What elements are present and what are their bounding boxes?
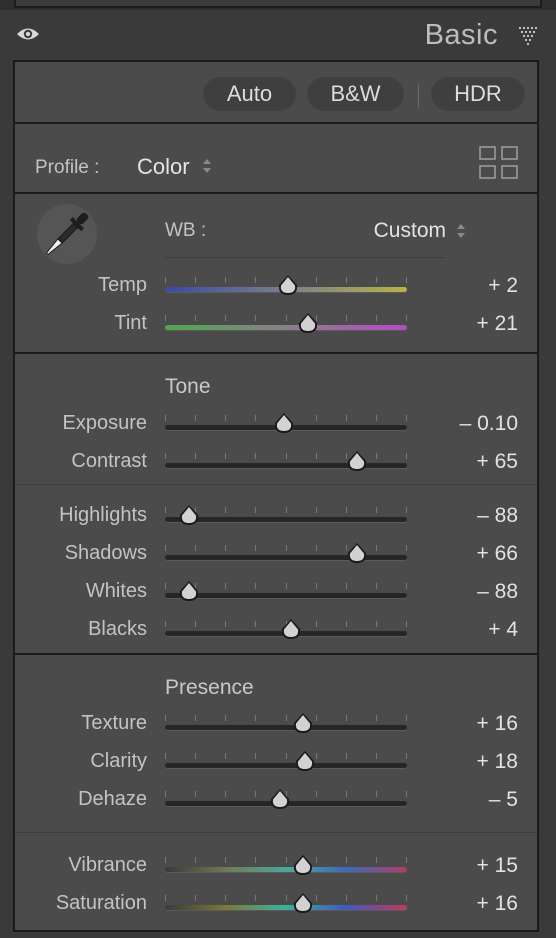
saturation-slider-thumb[interactable]	[292, 891, 314, 915]
contrast-slider[interactable]	[165, 463, 407, 468]
temp-label: Temp	[98, 274, 147, 296]
whites-label: Whites	[85, 580, 147, 602]
clarity-ticks	[165, 753, 407, 759]
whites-slider-thumb[interactable]	[178, 579, 200, 603]
texture-slider[interactable]	[165, 725, 407, 730]
texture-label: Texture	[81, 712, 147, 734]
shadows-slider-thumb[interactable]	[346, 541, 368, 565]
texture-value[interactable]: + 16	[408, 712, 518, 736]
clarity-label: Clarity	[90, 750, 147, 772]
temp-value[interactable]: + 2	[408, 274, 518, 298]
clarity-slider[interactable]	[165, 763, 407, 768]
tint-slider-thumb[interactable]	[297, 311, 319, 335]
highlights-value[interactable]: – 88	[408, 504, 518, 528]
highlights-slider[interactable]	[165, 517, 407, 522]
blacks-slider-thumb[interactable]	[280, 617, 302, 641]
tint-ticks	[165, 315, 407, 321]
shadows-ticks	[165, 545, 407, 551]
highlights-slider-thumb[interactable]	[178, 503, 200, 527]
highlights-ticks	[165, 507, 407, 513]
toolbar-divider	[418, 84, 419, 108]
profile-select[interactable]: Color	[137, 154, 190, 180]
profile-updown-icon[interactable]	[202, 157, 212, 175]
contrast-slider-thumb[interactable]	[346, 449, 368, 473]
vibrance-value[interactable]: + 15	[408, 854, 518, 878]
previous-panel-edge	[0, 0, 556, 10]
bw-button[interactable]: B&W	[307, 77, 404, 111]
contrast-label: Contrast	[71, 450, 147, 472]
tint-slider[interactable]	[165, 325, 407, 330]
dehaze-slider-thumb[interactable]	[269, 787, 291, 811]
vibrance-ticks	[165, 857, 407, 863]
saturation-slider[interactable]	[165, 905, 407, 910]
texture-slider-thumb[interactable]	[292, 711, 314, 735]
highlights-label: Highlights	[59, 504, 147, 526]
panel-header[interactable]: Basic	[0, 10, 556, 60]
whites-slider[interactable]	[165, 593, 407, 598]
contrast-value[interactable]: + 65	[408, 450, 518, 474]
wb-select[interactable]: Custom	[340, 219, 446, 243]
whites-ticks	[165, 583, 407, 589]
treatment-toolbar: Auto B&W HDR	[15, 62, 537, 122]
exposure-value[interactable]: – 0.10	[408, 412, 518, 436]
wb-updown-icon[interactable]	[456, 222, 466, 240]
profile-label: Profile :	[35, 157, 100, 178]
wb-eyedropper-icon[interactable]	[35, 202, 99, 266]
saturation-label: Saturation	[55, 892, 147, 914]
profile-browser-grid-icon[interactable]	[479, 146, 519, 180]
dehaze-label: Dehaze	[78, 788, 147, 810]
whites-value[interactable]: – 88	[408, 580, 518, 604]
eye-icon[interactable]	[16, 25, 40, 43]
contrast-ticks	[165, 453, 407, 459]
blacks-label: Blacks	[88, 618, 147, 640]
hdr-button[interactable]: HDR	[431, 77, 525, 111]
shadows-slider[interactable]	[165, 555, 407, 560]
collapse-triangle-icon[interactable]	[518, 26, 540, 46]
auto-button[interactable]: Auto	[203, 77, 296, 111]
wb-label: WB :	[165, 220, 207, 241]
shadows-label: Shadows	[64, 542, 147, 564]
tint-value[interactable]: + 21	[408, 312, 518, 336]
exposure-slider-thumb[interactable]	[273, 411, 295, 435]
dehaze-value[interactable]: – 5	[408, 788, 518, 812]
blacks-value[interactable]: + 4	[408, 618, 518, 642]
saturation-value[interactable]: + 16	[408, 892, 518, 916]
shadows-value[interactable]: + 66	[408, 542, 518, 566]
temp-slider-thumb[interactable]	[277, 273, 299, 297]
tone-heading: Tone	[165, 375, 211, 398]
saturation-ticks	[165, 895, 407, 901]
basic-panel: Auto B&W HDR Profile : Color WB : Custom…	[13, 60, 539, 932]
panel-title: Basic	[424, 19, 498, 51]
clarity-slider-thumb[interactable]	[294, 749, 316, 773]
tint-label: Tint	[114, 312, 147, 334]
vibrance-slider-thumb[interactable]	[292, 853, 314, 877]
vibrance-slider[interactable]	[165, 867, 407, 872]
exposure-label: Exposure	[62, 412, 148, 434]
texture-ticks	[165, 715, 407, 721]
clarity-value[interactable]: + 18	[408, 750, 518, 774]
presence-heading: Presence	[165, 676, 254, 699]
vibrance-label: Vibrance	[68, 854, 147, 876]
